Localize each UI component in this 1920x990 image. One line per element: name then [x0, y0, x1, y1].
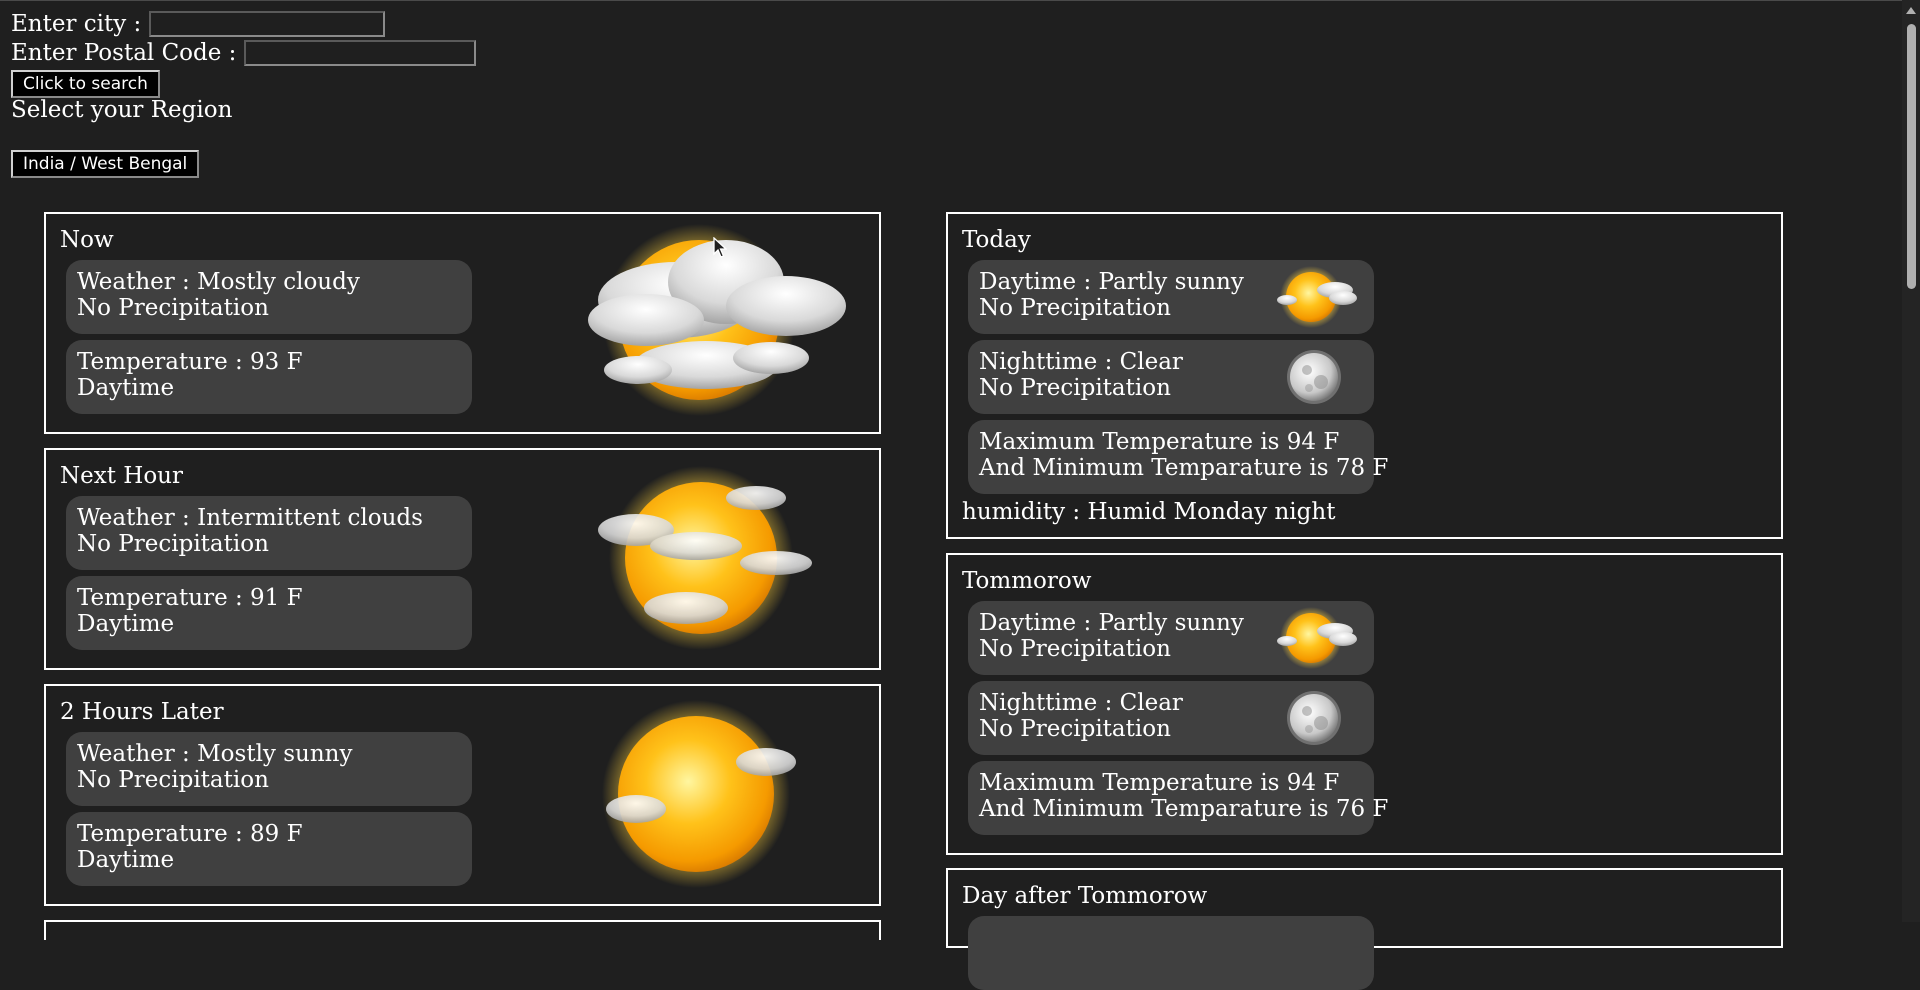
temperature-text: Temperature : 89 F — [77, 821, 303, 847]
precipitation-text: No Precipitation — [77, 767, 269, 793]
moon-icon — [1287, 350, 1341, 404]
daytime-pill: Daytime : Partly sunny No Precipitation — [968, 260, 1374, 334]
mouse-pointer-icon — [713, 237, 727, 258]
scrollbar-thumb[interactable] — [1907, 24, 1916, 289]
partly-sunny-icon — [1277, 607, 1357, 669]
postal-code-input[interactable] — [243, 40, 476, 66]
weather-text: Weather : Mostly sunny — [77, 741, 353, 767]
card-title: Tommorow — [962, 568, 1092, 594]
card-title: Now — [60, 227, 114, 253]
max-temperature-text: Maximum Temperature is 94 F — [979, 429, 1340, 455]
weather-info-pill: Weather : Intermittent clouds No Precipi… — [66, 496, 472, 570]
mostly-sunny-icon — [602, 700, 796, 888]
temperature-info-pill: Temperature : 91 F Daytime — [66, 576, 472, 650]
temperature-text: Temperature : 93 F — [77, 349, 303, 375]
nighttime-pill: Nighttime : Clear No Precipitation — [968, 681, 1374, 755]
card-title: Today — [962, 227, 1031, 253]
scroll-up-arrow-icon[interactable] — [1906, 7, 1916, 14]
max-temperature-text: Maximum Temperature is 94 F — [979, 770, 1340, 796]
min-temperature-text: And Minimum Temparature is 78 F — [979, 455, 1389, 481]
forecast-card-2-hours-later: 2 Hours Later Weather : Mostly sunny No … — [44, 684, 881, 906]
humidity-text: humidity : Humid Monday night — [962, 499, 1336, 525]
weather-text: Weather : Mostly cloudy — [77, 269, 360, 295]
weather-info-pill: Weather : Mostly sunny No Precipitation — [66, 732, 472, 806]
period-text: Daytime — [77, 375, 175, 401]
temperature-info-pill: Temperature : 93 F Daytime — [66, 340, 472, 414]
card-title: 2 Hours Later — [60, 699, 224, 725]
nighttime-pill: Nighttime : Clear No Precipitation — [968, 340, 1374, 414]
city-label: Enter city : — [11, 11, 142, 37]
daytime-pill — [968, 916, 1374, 990]
region-button[interactable]: India / West Bengal — [11, 150, 200, 178]
search-button[interactable]: Click to search — [11, 70, 160, 98]
temperature-range-pill: Maximum Temperature is 94 F And Minimum … — [968, 420, 1389, 494]
postal-row: Enter Postal Code : — [11, 39, 476, 67]
top-border — [0, 0, 1920, 1]
temperature-info-pill: Temperature : 89 F Daytime — [66, 812, 472, 886]
precipitation-text: No Precipitation — [77, 295, 269, 321]
weather-text: Weather : Intermittent clouds — [77, 505, 423, 531]
forecast-card-now: Now Weather : Mostly cloudy No Precipita… — [44, 212, 881, 434]
forecast-card-tomorrow: Tommorow Daytime : Partly sunny No Preci… — [946, 553, 1783, 855]
city-input[interactable] — [148, 11, 385, 37]
card-title: Day after Tommorow — [962, 883, 1208, 909]
period-text: Daytime — [77, 847, 175, 873]
daytime-pill: Daytime : Partly sunny No Precipitation — [968, 601, 1374, 675]
temperature-range-pill: Maximum Temperature is 94 F And Minimum … — [968, 761, 1389, 835]
precipitation-text: No Precipitation — [77, 531, 269, 557]
postal-label: Enter Postal Code : — [11, 40, 237, 66]
card-title: Next Hour — [60, 463, 183, 489]
forecast-card-day-after-tomorrow: Day after Tommorow — [946, 868, 1783, 990]
period-text: Daytime — [77, 611, 175, 637]
forecast-card-today: Today Daytime : Partly sunny No Precipit… — [946, 212, 1783, 539]
partly-sunny-icon — [1277, 266, 1357, 328]
region-label: Select your Region — [11, 97, 233, 123]
forecast-card-next — [44, 920, 881, 940]
intermittent-clouds-icon — [598, 466, 812, 650]
temperature-text: Temperature : 91 F — [77, 585, 303, 611]
city-row: Enter city : — [11, 10, 385, 38]
weather-info-pill: Weather : Mostly cloudy No Precipitation — [66, 260, 472, 334]
vertical-scrollbar[interactable] — [1902, 0, 1920, 922]
forecast-card-next-hour: Next Hour Weather : Intermittent clouds … — [44, 448, 881, 670]
min-temperature-text: And Minimum Temparature is 76 F — [979, 796, 1389, 822]
moon-icon — [1287, 691, 1341, 745]
